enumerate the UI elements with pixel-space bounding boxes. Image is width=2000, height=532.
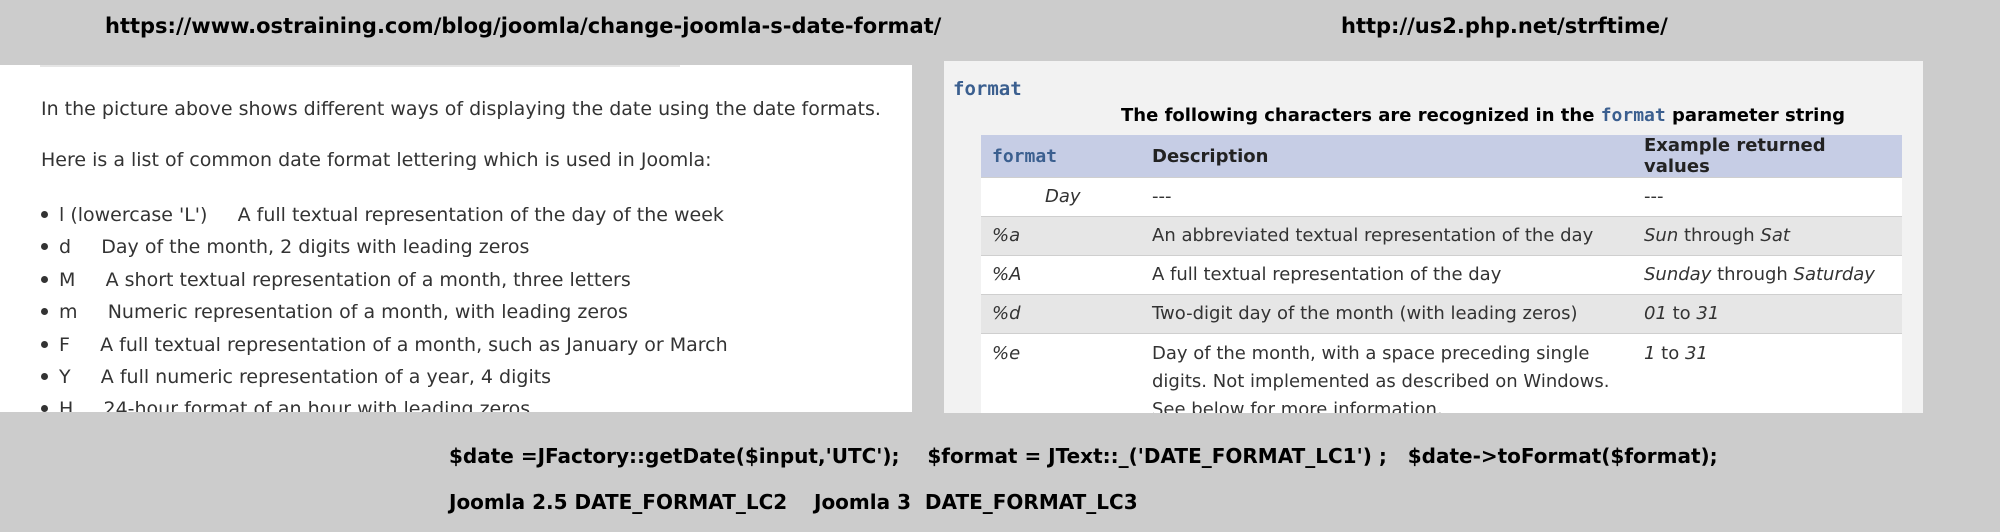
list-item-text: l (lowercase 'L') A full textual represe… [59,204,724,226]
format-parameter-label: format [953,78,1022,100]
divider [40,65,680,67]
list-item-text: H 24-hour format of an hour with leading… [59,398,531,412]
cell-example: 01 to 31 [1633,294,1902,334]
cell-example: Sun through Sat [1633,216,1902,256]
bullet-icon [41,211,48,218]
table-row: Day --- --- [981,177,1902,217]
cell-format: %d [981,294,1141,334]
cell-format: Day [981,177,1141,217]
php-strftime-doc-panel: format The following characters are reco… [944,61,1923,413]
cell-format: %e [981,333,1141,413]
date-format-list: l (lowercase 'L') A full textual represe… [41,199,728,412]
table-header-row: format Description Example returned valu… [981,135,1902,178]
article-paragraph: Here is a list of common date format let… [41,149,712,171]
php-code-line: $date =JFactory::getDate($input,'UTC'); … [449,444,1718,468]
url-php-strftime: http://us2.php.net/strftime/ [1341,14,1668,38]
list-item: m Numeric representation of a month, wit… [41,296,728,328]
table-row: %a An abbreviated textual representation… [981,216,1902,256]
list-item-text: Y A full numeric representation of a yea… [59,365,552,388]
cell-format: %a [981,216,1141,256]
bullet-icon [41,340,48,348]
cell-description: --- [1141,177,1633,217]
cell-example: 1 to 31 [1633,333,1902,413]
cell-format: %A [981,255,1141,295]
cell-example: --- [1633,177,1902,217]
cell-example: Sunday through Saturday [1633,255,1902,295]
url-ostraining: https://www.ostraining.com/blog/joomla/c… [105,14,942,38]
list-item-text: F A full textual representation of a mon… [59,333,728,356]
header-format: format [981,135,1141,178]
list-item: H 24-hour format of an hour with leading… [41,393,728,412]
list-item-text: d Day of the month, 2 digits with leadin… [59,236,530,259]
header-example: Example returned values [1633,135,1902,178]
caption-text: parameter string [1665,105,1846,126]
cell-description: Two-digit day of the month (with leading… [1141,294,1633,334]
cell-description: A full textual representation of the day [1141,255,1633,295]
caption-code: format [1600,105,1666,126]
table-caption: The following characters are recognized … [1121,105,1845,126]
bullet-icon [41,243,48,251]
strftime-format-table: format Description Example returned valu… [981,135,1902,413]
list-item: d Day of the month, 2 digits with leadin… [41,231,728,263]
joomla3-format-note: Joomla 3 DATE_FORMAT_LC3 [814,490,1138,514]
caption-text: The following characters are recognized … [1121,105,1601,126]
bullet-icon [41,308,48,316]
bullet-icon [41,372,48,380]
article-paragraph: In the picture above shows different way… [41,98,881,120]
table-row: %A A full textual representation of the … [981,255,1902,295]
table-row: %e Day of the month, with a space preced… [981,333,1902,413]
cell-description: An abbreviated textual representation of… [1141,216,1633,256]
table-row: %d Two-digit day of the month (with lead… [981,294,1902,334]
joomla25-format-note: Joomla 2.5 DATE_FORMAT_LC2 [449,490,788,514]
bullet-icon [41,405,48,412]
list-item: M A short textual representation of a mo… [41,264,728,296]
ostraining-article-panel: In the picture above shows different way… [0,65,912,412]
header-description: Description [1141,135,1633,178]
bullet-icon [41,275,48,283]
list-item-text: M A short textual representation of a mo… [59,268,631,291]
list-item: Y A full numeric representation of a yea… [41,361,728,393]
cell-description: Day of the month, with a space preceding… [1141,333,1633,413]
list-item-text: m Numeric representation of a month, wit… [59,301,628,324]
list-item: F A full textual representation of a mon… [41,329,728,361]
list-item: l (lowercase 'L') A full textual represe… [41,199,728,231]
